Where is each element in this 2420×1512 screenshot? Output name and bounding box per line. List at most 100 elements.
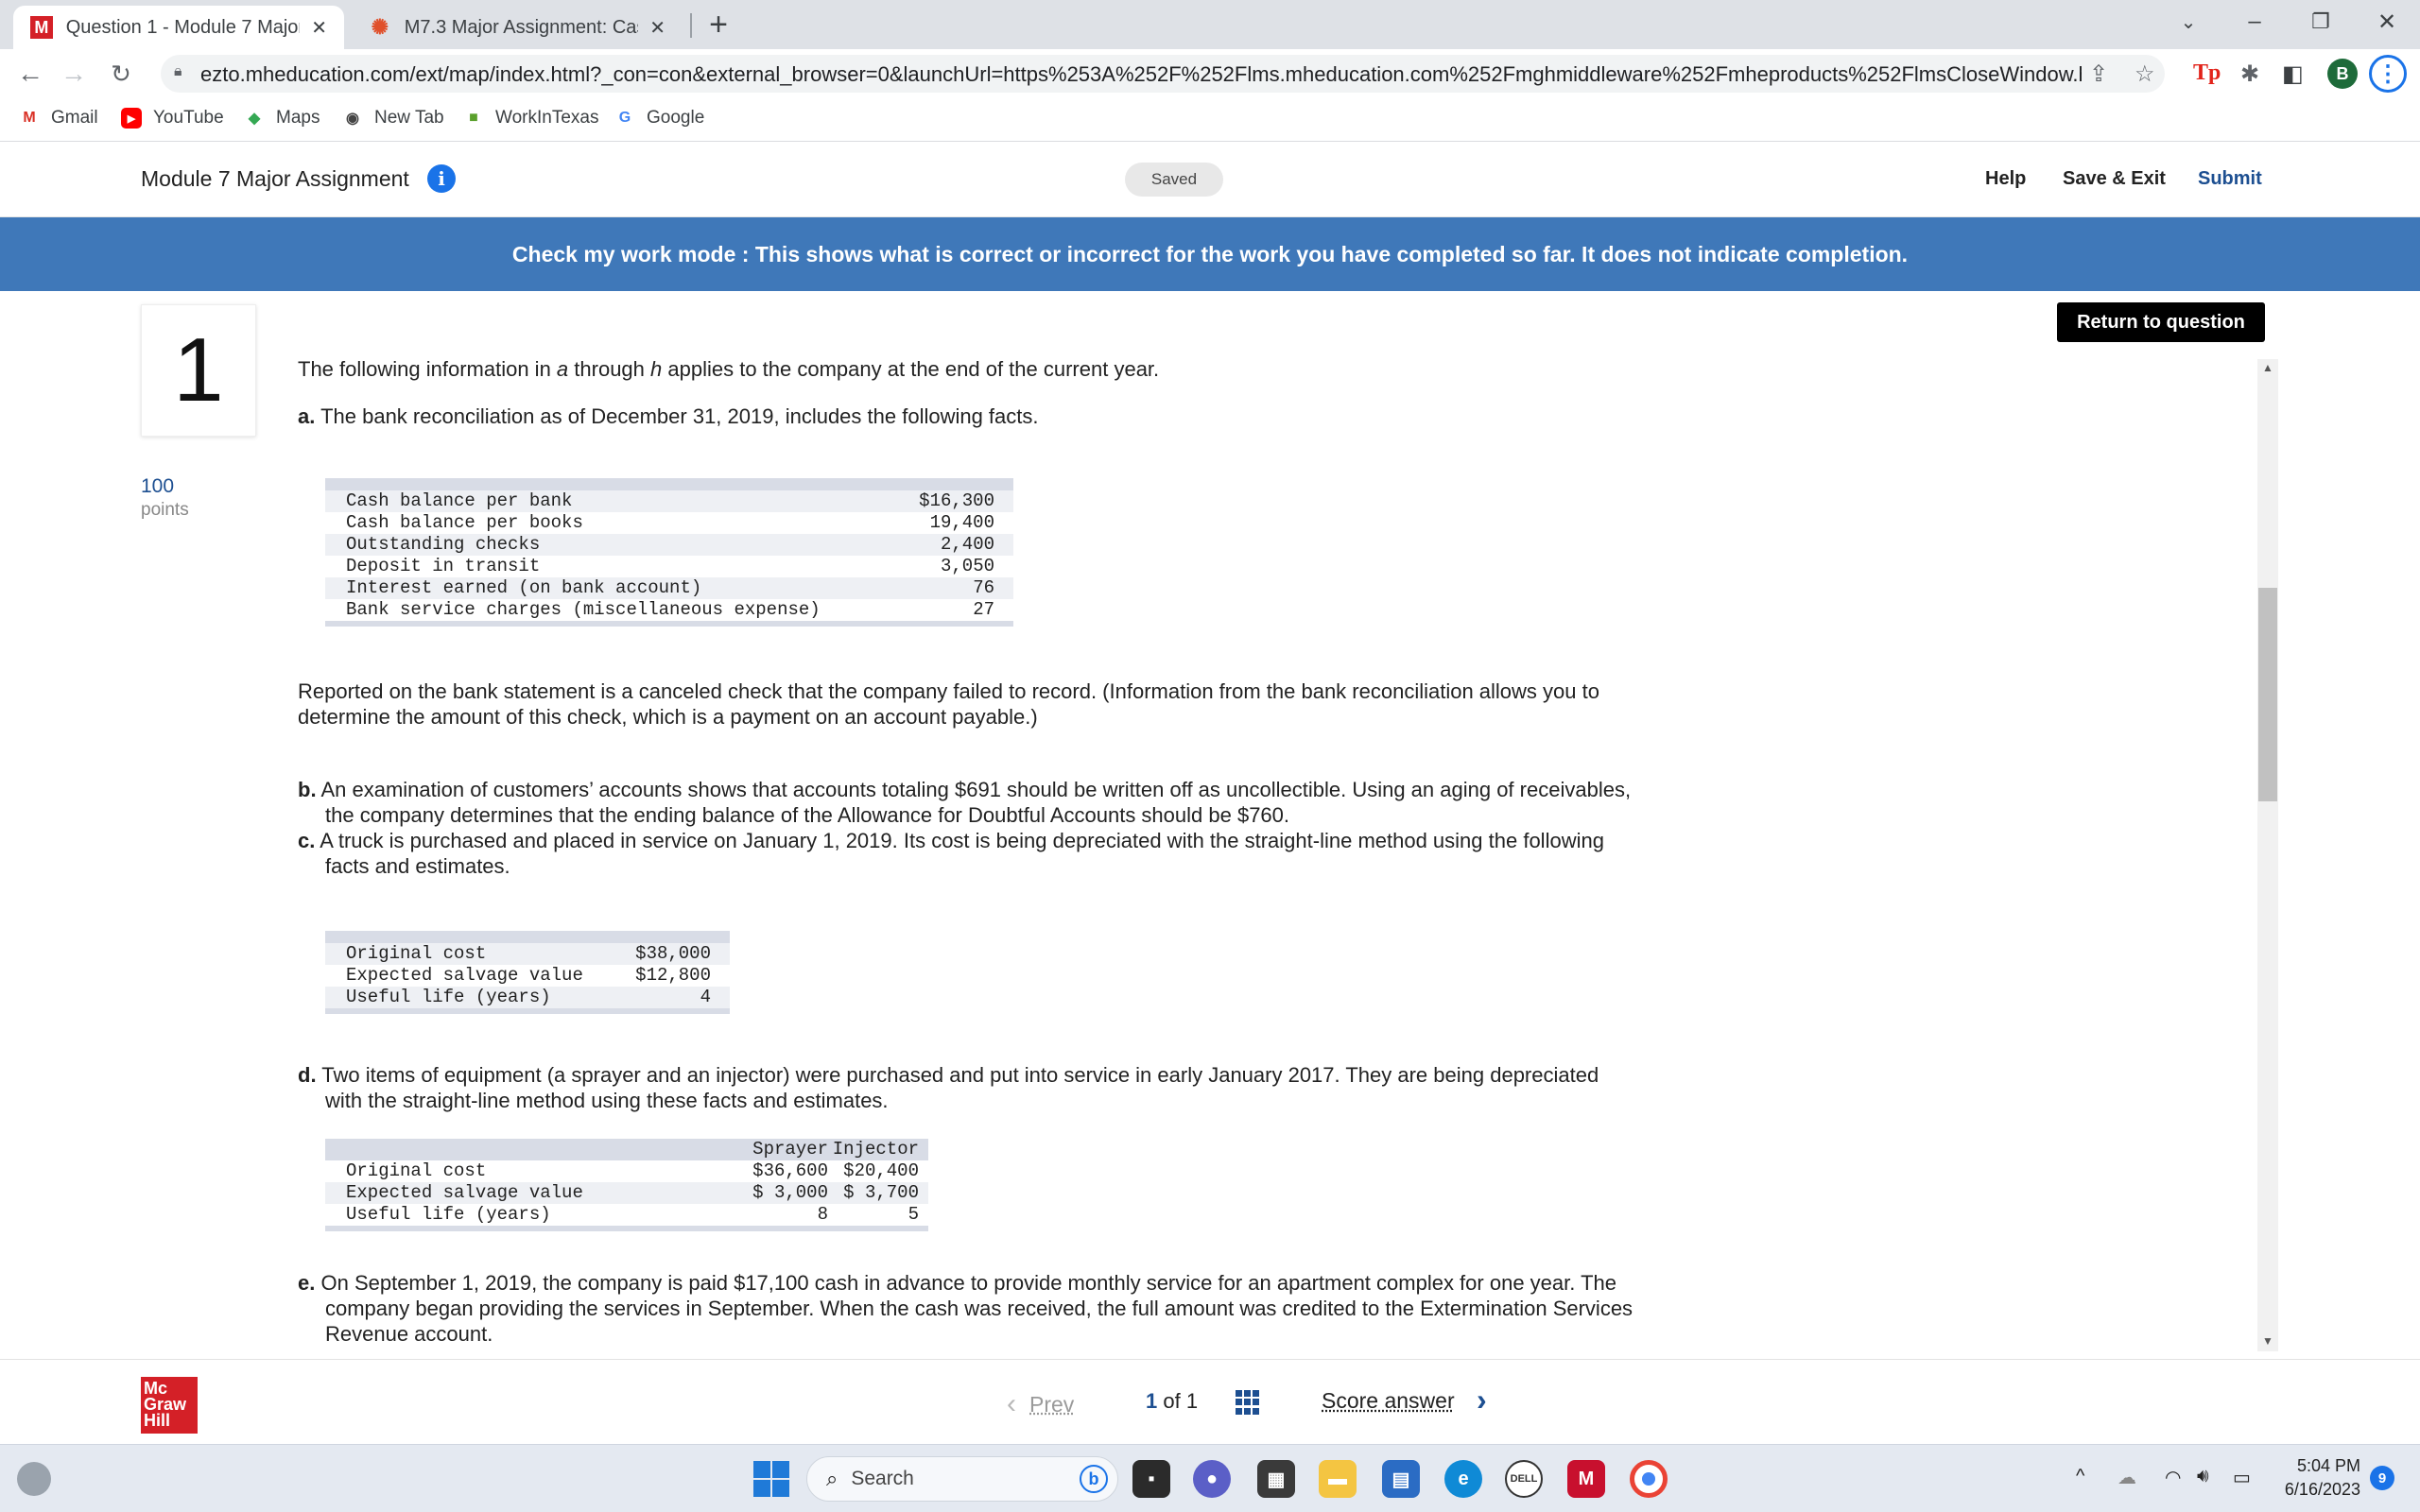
bookmark-star-icon[interactable]: ☆ — [2135, 60, 2155, 88]
windows-start-icon[interactable] — [753, 1461, 789, 1497]
url-text[interactable]: ezto.mheducation.com/ext/map/index.html?… — [200, 62, 2082, 87]
table-row: Bank service charges (miscellaneous expe… — [325, 599, 1013, 621]
extensions-puzzle-icon[interactable]: ✱ — [2240, 60, 2259, 88]
item-text: The bank reconciliation as of December 3… — [320, 404, 1039, 428]
item-c: c. A truck is purchased and placed in se… — [298, 828, 1640, 879]
system-clock[interactable]: 5:04 PM 6/16/2023 — [2273, 1454, 2360, 1502]
minimize-icon[interactable]: – — [2221, 0, 2288, 43]
minecraft-icon[interactable]: ▦ — [1257, 1460, 1295, 1498]
search-icon: ⌕ — [826, 1467, 838, 1490]
bookmark-gmail[interactable]: M Gmail — [19, 108, 97, 129]
wifi-icon[interactable]: ◠ — [2165, 1466, 2181, 1489]
edge-icon[interactable]: e — [1444, 1460, 1482, 1498]
mcgraw-hill-logo: Mc Graw Hill — [141, 1377, 198, 1434]
row-value: $38,000 — [635, 943, 711, 964]
row-value: 3,050 — [940, 556, 994, 576]
tab-question-1[interactable]: M Question 1 - Module 7 Major Ass ✕ — [13, 6, 344, 49]
tab-search-chevron-icon[interactable]: ⌄ — [2155, 0, 2221, 43]
dell-icon[interactable]: DELL — [1505, 1460, 1543, 1498]
row-label: Expected salvage value — [346, 965, 583, 986]
side-panel-icon[interactable]: ◧ — [2282, 60, 2304, 88]
close-window-icon[interactable]: ✕ — [2354, 0, 2420, 43]
equipment-depreciation-table: Sprayer Injector Original cost $36,600 $20,… — [325, 1139, 928, 1231]
tab-title: Question 1 - Module 7 Major Ass — [65, 16, 301, 38]
content-scrollbar[interactable] — [2257, 359, 2278, 1351]
check-my-work-banner: Check my work mode : This shows what is … — [0, 217, 2420, 291]
profile-avatar[interactable]: B — [2327, 59, 2358, 89]
submit-link[interactable]: Submit — [2198, 168, 2262, 190]
row-label: Expected salvage value — [346, 1182, 583, 1203]
volume-icon[interactable]: 🔊︎ — [2197, 1466, 2209, 1487]
tab-divider — [690, 13, 692, 38]
item-d: d. Two items of equipment (a sprayer and… — [298, 1062, 1640, 1113]
forward-icon[interactable]: → — [57, 57, 91, 91]
chrome-menu-icon[interactable]: ⋮ — [2369, 55, 2407, 93]
teams-chat-icon[interactable]: ● — [1193, 1460, 1231, 1498]
scroll-up-arrow-icon[interactable]: ▲ — [2257, 359, 2278, 376]
bookmark-label: Google — [647, 108, 705, 128]
table-row: Useful life (years) 8 5 — [325, 1204, 928, 1226]
weather-icon[interactable] — [17, 1462, 51, 1496]
reload-icon[interactable]: ↻ — [104, 57, 138, 91]
task-view-icon[interactable]: ▪ — [1132, 1460, 1170, 1498]
row-value: 2,400 — [940, 534, 994, 555]
taskbar-search[interactable]: ⌕ Search b — [806, 1456, 1118, 1502]
item-text: On September 1, 2019, the company is pai… — [320, 1271, 1634, 1346]
row-label: Interest earned (on bank account) — [346, 577, 702, 598]
bookmark-google[interactable]: G Google — [614, 108, 705, 129]
item-letter: a. — [298, 404, 316, 428]
close-icon[interactable]: ✕ — [649, 16, 666, 40]
return-to-question-button[interactable]: Return to question — [2057, 302, 2265, 342]
mcafee-icon[interactable]: M — [1567, 1460, 1605, 1498]
globe-icon: ◉ — [346, 111, 359, 127]
tab-case-analysis[interactable]: ✺ M7.3 Major Assignment: Case An ✕ — [352, 6, 683, 49]
info-icon[interactable]: i — [427, 164, 456, 193]
clock-date: 6/16/2023 — [2284, 1480, 2360, 1499]
score-answer-link[interactable]: Score answer — [1322, 1388, 1455, 1414]
row-value: 4 — [700, 987, 711, 1007]
bookmark-maps[interactable]: ◆ Maps — [244, 108, 320, 129]
bookmark-youtube[interactable]: ▶ YouTube — [121, 108, 224, 129]
bookmark-new-tab[interactable]: ◉ New Tab — [342, 108, 444, 129]
new-tab-button[interactable]: + — [700, 6, 737, 43]
address-bar[interactable]: 🔒︎ ezto.mheducation.com/ext/map/index.ht… — [161, 55, 2165, 93]
chrome-icon[interactable] — [1630, 1460, 1668, 1498]
item-a: a. The bank reconciliation as of Decembe… — [298, 404, 1640, 429]
intro-text: The following information in — [298, 357, 557, 381]
row-label: Original cost — [346, 1160, 487, 1181]
scrollbar-thumb[interactable] — [2258, 588, 2277, 801]
extension-tp-icon[interactable]: Tp — [2193, 60, 2221, 86]
file-explorer-icon[interactable]: ▬ — [1319, 1460, 1357, 1498]
scroll-down-arrow-icon[interactable]: ▼ — [2257, 1332, 2278, 1349]
battery-icon[interactable]: ▭ — [2233, 1466, 2251, 1489]
help-link[interactable]: Help — [1985, 168, 2026, 190]
microsoft-store-icon[interactable]: ▤ — [1382, 1460, 1420, 1498]
points-label: points — [141, 500, 189, 520]
page-of-label: of — [1163, 1389, 1181, 1413]
search-label: Search — [851, 1468, 914, 1489]
saved-status-badge: Saved — [1125, 163, 1223, 197]
save-exit-link[interactable]: Save & Exit — [2063, 168, 2166, 190]
clock-time: 5:04 PM — [2296, 1456, 2360, 1475]
chevron-right-icon[interactable]: › — [1477, 1383, 1487, 1418]
share-icon[interactable]: ⇪ — [2089, 60, 2108, 88]
back-icon[interactable]: ← — [13, 57, 47, 91]
question-grid-icon[interactable] — [1236, 1390, 1260, 1415]
bookmark-workintexas[interactable]: ■ WorkInTexas — [463, 108, 598, 129]
notification-badge[interactable]: 9 — [2370, 1466, 2394, 1490]
assignment-title: Module 7 Major Assignment — [141, 166, 409, 191]
injector-value: $ 3,700 — [843, 1182, 919, 1203]
bing-icon[interactable]: b — [1080, 1465, 1108, 1493]
item-letter: e. — [298, 1271, 316, 1295]
page-total: 1 — [1185, 1389, 1199, 1413]
restore-icon[interactable]: ❐ — [2288, 0, 2354, 43]
intro-letter-a: a — [556, 357, 569, 381]
intro-text: through — [568, 357, 651, 381]
browser-toolbar: ← → ↻ 🔒︎ ezto.mheducation.com/ext/map/in… — [0, 49, 2420, 98]
row-label: Deposit in transit — [346, 556, 541, 576]
show-hidden-icons-chevron-icon[interactable]: ^ — [2076, 1466, 2084, 1487]
page-indicator: 1 of 1 — [1146, 1389, 1198, 1414]
onedrive-icon[interactable]: ☁ — [2118, 1466, 2136, 1489]
close-icon[interactable]: ✕ — [311, 16, 327, 40]
prev-button[interactable]: ‹ Prev — [1007, 1388, 1074, 1420]
